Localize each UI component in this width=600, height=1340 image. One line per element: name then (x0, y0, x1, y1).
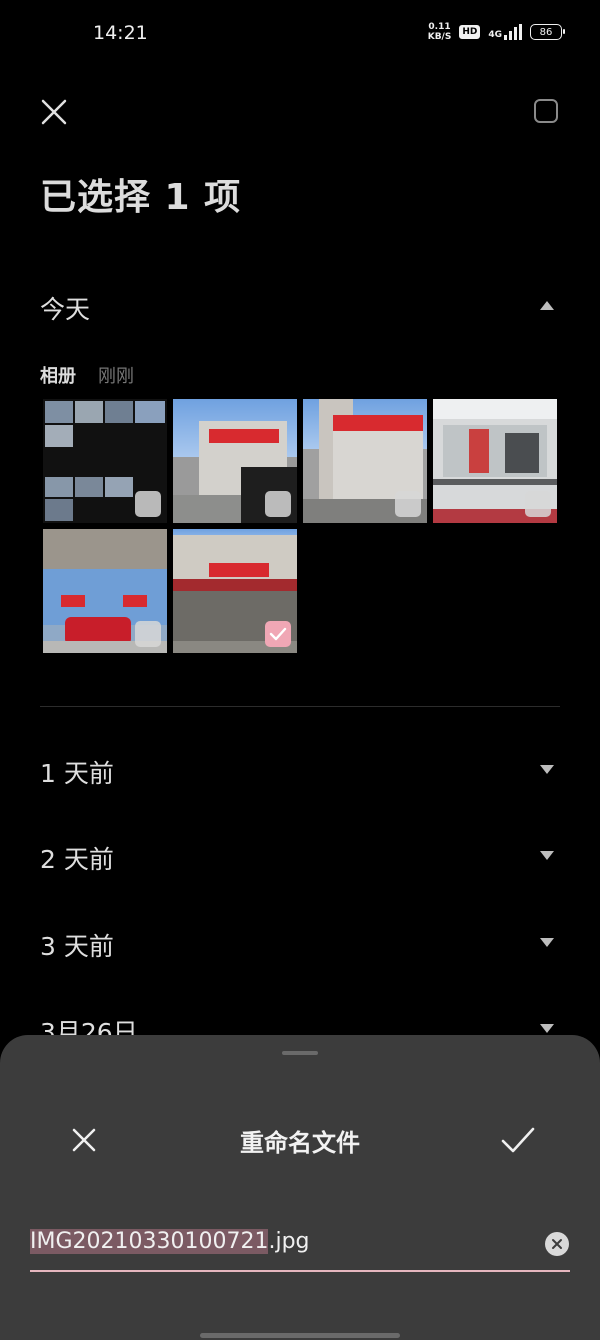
photo-checkbox[interactable] (135, 491, 161, 517)
photo-checkbox[interactable] (135, 621, 161, 647)
photo-checkbox-checked[interactable] (265, 621, 291, 647)
photo-4[interactable] (433, 399, 557, 523)
photo-5[interactable] (43, 529, 167, 653)
section-3-days-ago[interactable]: 3 天前 (40, 927, 114, 963)
close-icon[interactable] (38, 96, 70, 128)
hd-icon: HD (459, 25, 481, 39)
chevron-down-icon[interactable] (540, 938, 554, 947)
chevron-down-icon[interactable] (540, 1024, 554, 1033)
photo-2[interactable] (173, 399, 297, 523)
check-icon (269, 627, 287, 641)
signal-icon: 4G (488, 24, 522, 40)
divider (40, 706, 560, 707)
photo-checkbox[interactable] (395, 491, 421, 517)
rename-sheet (0, 1035, 600, 1340)
filename-extension: .jpg (268, 1229, 310, 1254)
photo-1[interactable] (43, 399, 167, 523)
chevron-up-icon[interactable] (540, 301, 554, 310)
net-speed: 0.11 KB/S (427, 22, 452, 42)
section-1-day-ago[interactable]: 1 天前 (40, 754, 114, 790)
photo-3[interactable] (303, 399, 427, 523)
sheet-grabber[interactable] (282, 1051, 318, 1055)
section-today-label[interactable]: 今天 (40, 290, 90, 326)
battery-icon: 86 (530, 24, 565, 40)
photo-checkbox[interactable] (525, 491, 551, 517)
check-icon[interactable] (500, 1124, 536, 1156)
filename-selection: IMG20210330100721 (30, 1229, 269, 1254)
section-2-days-ago[interactable]: 2 天前 (40, 840, 114, 876)
page-title: 已选择 1 项 (40, 177, 242, 218)
photo-checkbox[interactable] (265, 491, 291, 517)
status-time: 14:21 (93, 22, 148, 44)
photo-6[interactable] (173, 529, 297, 653)
filename-text[interactable]: IMG20210330100721.jpg (30, 1229, 310, 1254)
select-all-checkbox[interactable] (534, 99, 558, 123)
chevron-down-icon[interactable] (540, 851, 554, 860)
chevron-down-icon[interactable] (540, 765, 554, 774)
clear-icon[interactable] (545, 1232, 569, 1256)
home-indicator[interactable] (200, 1333, 400, 1338)
status-icons: 0.11 KB/S HD 4G 86 (427, 22, 565, 42)
album-time: 刚刚 (98, 366, 134, 387)
album-label: 相册 (40, 366, 76, 387)
